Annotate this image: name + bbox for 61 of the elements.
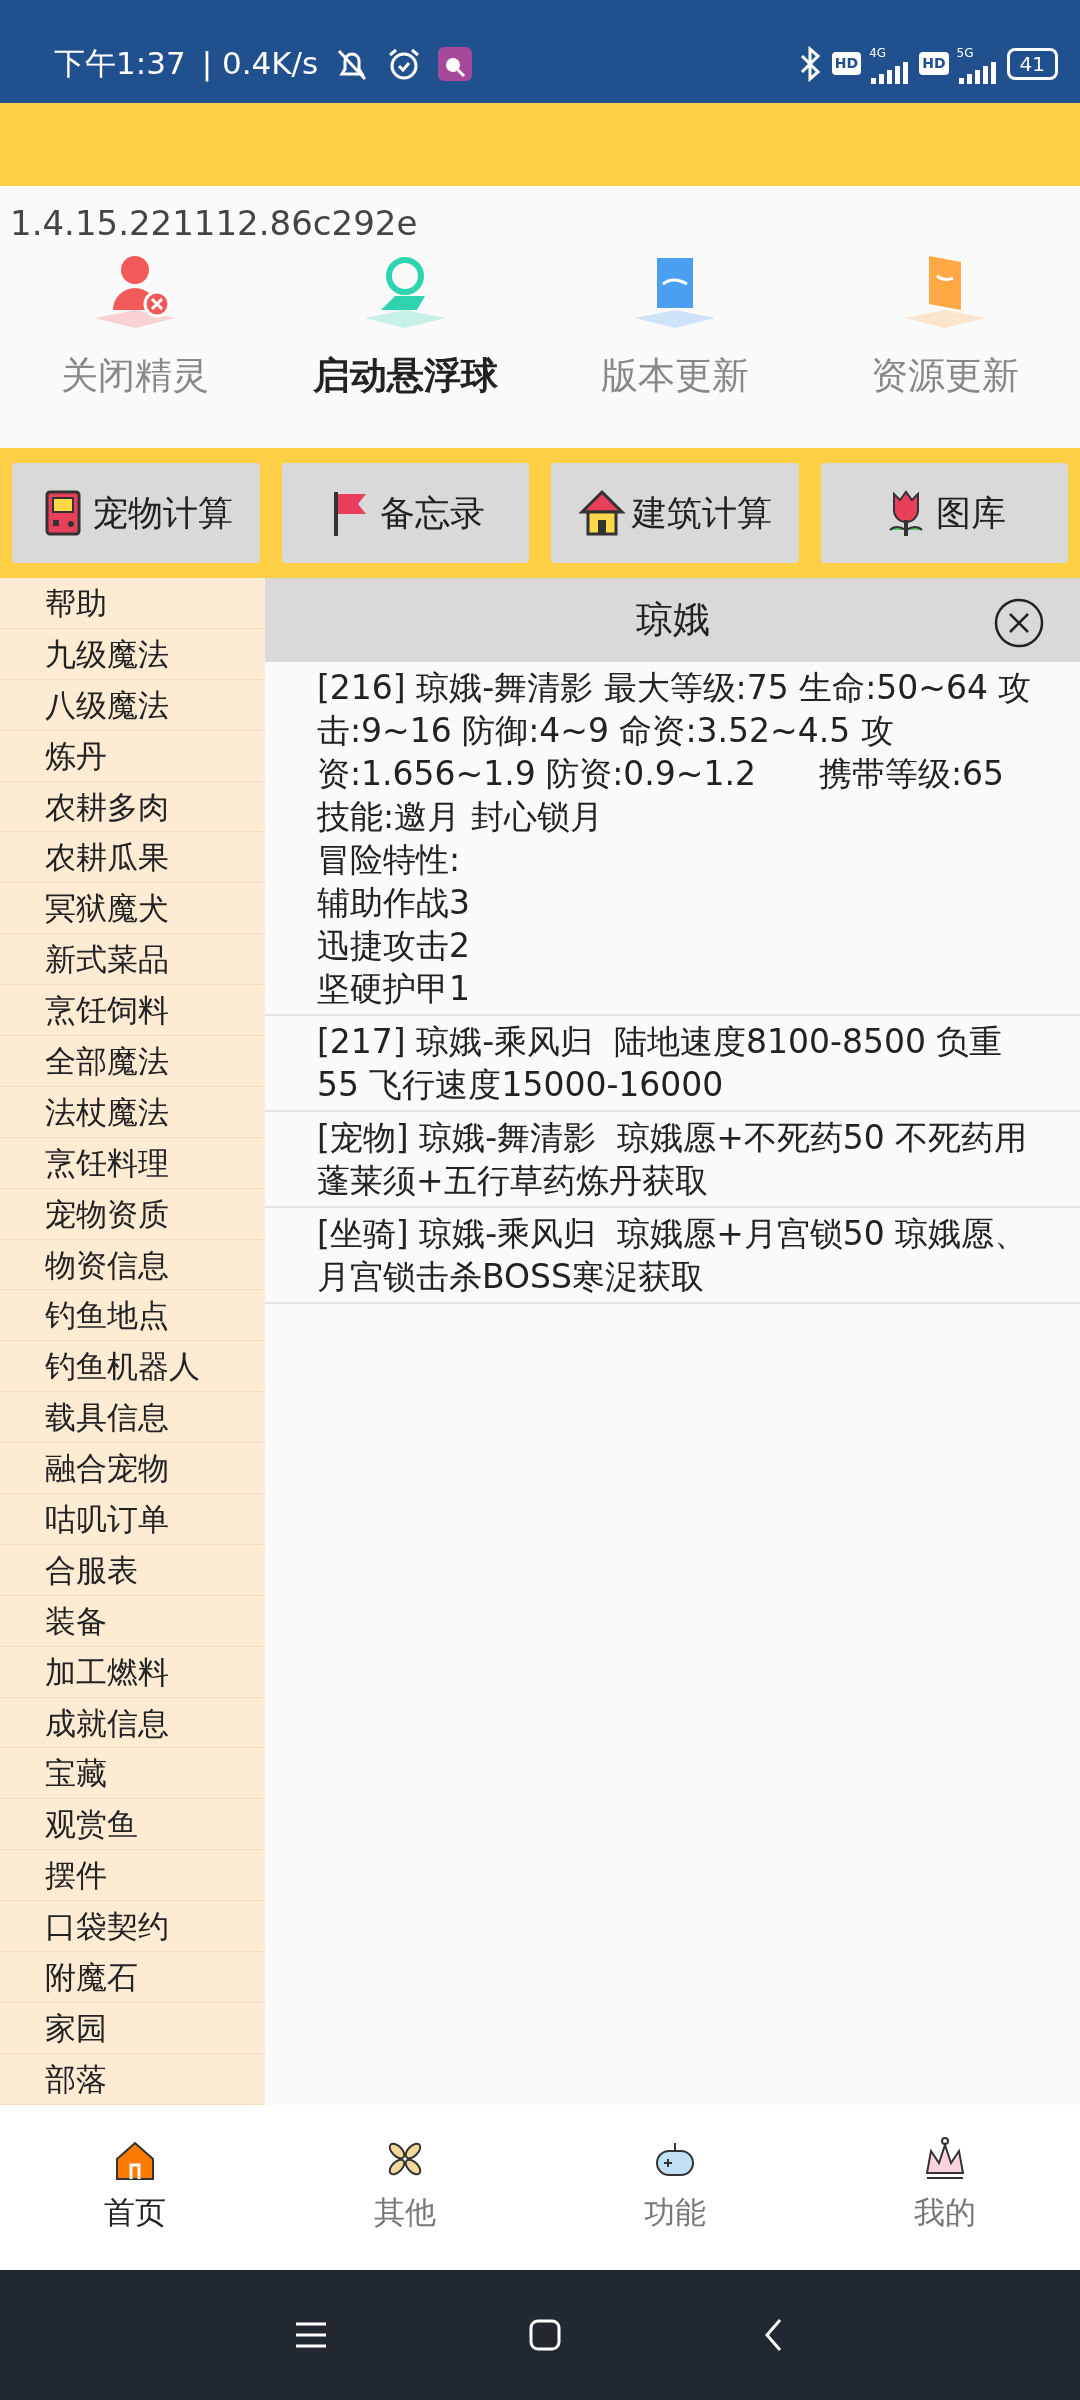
sidebar-item[interactable]: 合服表 — [0, 1544, 265, 1596]
sidebar-item[interactable]: 钓鱼机器人 — [0, 1341, 265, 1393]
sidebar-item[interactable]: 物资信息 — [0, 1239, 265, 1291]
nav-tab[interactable]: 我的 — [810, 2105, 1080, 2270]
network-speed-text: | 0.4K/s — [201, 44, 319, 84]
network-type-text: 5G — [956, 44, 974, 62]
sidebar-item[interactable]: 融合宠物 — [0, 1443, 265, 1495]
sidebar-item[interactable]: 附魔石 — [0, 1952, 265, 2003]
clear-button[interactable] — [994, 598, 1044, 648]
home-icon[interactable] — [528, 2318, 562, 2352]
sidebar-item[interactable]: 冥狱魔犬 — [0, 883, 265, 935]
sidebar-item[interactable]: 宝藏 — [0, 1748, 265, 1800]
result-text: [216] 琼娥-舞清影 最大等级:75 生命:50~64 攻击:9~16 防御:4~9 命资:3.52~4.5 攻资:1.656~1.9 防资:0.9~1.2 携带等级:65 技能:邀月 封心锁月 — [317, 667, 1033, 838]
search-field[interactable]: 琼娥 — [265, 578, 1080, 662]
result-text: [坐骑] 琼娥-乘风归 琼娥愿+月宫锁50 琼娥愿、月宫锁击杀BOSS寒浞获取 — [317, 1213, 1029, 1298]
menu-icon[interactable] — [294, 2320, 328, 2350]
sidebar-item[interactable]: 八级魔法 — [0, 679, 265, 731]
nav-tab[interactable]: 功能 — [540, 2105, 810, 2270]
app-notification-icon — [438, 46, 473, 81]
sidebar-item[interactable]: 装备 — [0, 1595, 265, 1647]
sidebar-item[interactable]: 口袋契约 — [0, 1901, 265, 1953]
sidebar-item[interactable]: 烹饪料理 — [0, 1137, 265, 1189]
hd-badge: HD — [831, 52, 862, 75]
sidebar-item[interactable]: 部落 — [0, 2053, 265, 2105]
sidebar-item[interactable]: 加工燃料 — [0, 1646, 265, 1698]
result-text: 迅捷攻击2 — [317, 925, 471, 967]
tool-button[interactable]: 建筑计算 — [551, 463, 799, 563]
battery-level-text: 41 — [1006, 47, 1058, 80]
sidebar-item[interactable]: 成就信息 — [0, 1697, 265, 1749]
sidebar-item[interactable]: 观赏鱼 — [0, 1799, 265, 1851]
tool-button[interactable]: 图库 — [820, 463, 1068, 563]
version-text: 1.4.15.221112.86c292e — [9, 202, 419, 245]
hd-badge: HD — [919, 52, 949, 75]
clock-text: 下午1:37 — [54, 44, 186, 84]
signal-icon — [956, 61, 999, 84]
network-type-text: 4G — [869, 44, 887, 62]
sidebar-item[interactable]: 法杖魔法 — [0, 1086, 265, 1138]
result-text: 辅助作战3 — [317, 882, 471, 924]
result-text: [宠物] 琼娥-舞清影 琼娥愿+不死药50 不死药用蓬莱须+五行草药炼丹获取 — [317, 1117, 1029, 1202]
result-text: 坚硬护甲1 — [317, 968, 471, 1010]
action-button[interactable]: 启动悬浮球 — [270, 248, 540, 404]
sidebar-item[interactable]: 钓鱼地点 — [0, 1290, 265, 1342]
sidebar-item[interactable]: 农耕多肉 — [0, 781, 265, 833]
result-text: 冒险特性: — [317, 839, 462, 881]
sidebar-item[interactable]: 新式菜品 — [0, 934, 265, 986]
sidebar-item[interactable]: 全部魔法 — [0, 1036, 265, 1087]
house-icon — [577, 488, 626, 538]
sidebar-item[interactable]: 烹饪饲料 — [0, 985, 265, 1036]
sidebar-item[interactable]: 载具信息 — [0, 1392, 265, 1444]
nav-tab[interactable]: 首页 — [0, 2105, 270, 2270]
result-text: [217] 琼娥-乘风归 陆地速度8100-8500 负重55 飞行速度15000-16000 — [317, 1021, 1004, 1106]
nav-tab[interactable]: 其他 — [270, 2105, 540, 2270]
sidebar-item[interactable]: 炼丹 — [0, 730, 265, 782]
close-icon — [994, 598, 1044, 648]
sidebar-item[interactable]: 摆件 — [0, 1850, 265, 1902]
sidebar-item[interactable]: 家园 — [0, 2002, 265, 2054]
sidebar-item[interactable]: 农耕瓜果 — [0, 832, 265, 884]
tool-button[interactable]: 宠物计算 — [12, 463, 260, 563]
sidebar-item[interactable]: 咕叽订单 — [0, 1494, 265, 1545]
sidebar-item[interactable]: 宠物资质 — [0, 1188, 265, 1240]
tool-button[interactable]: 备忘录 — [281, 463, 529, 563]
